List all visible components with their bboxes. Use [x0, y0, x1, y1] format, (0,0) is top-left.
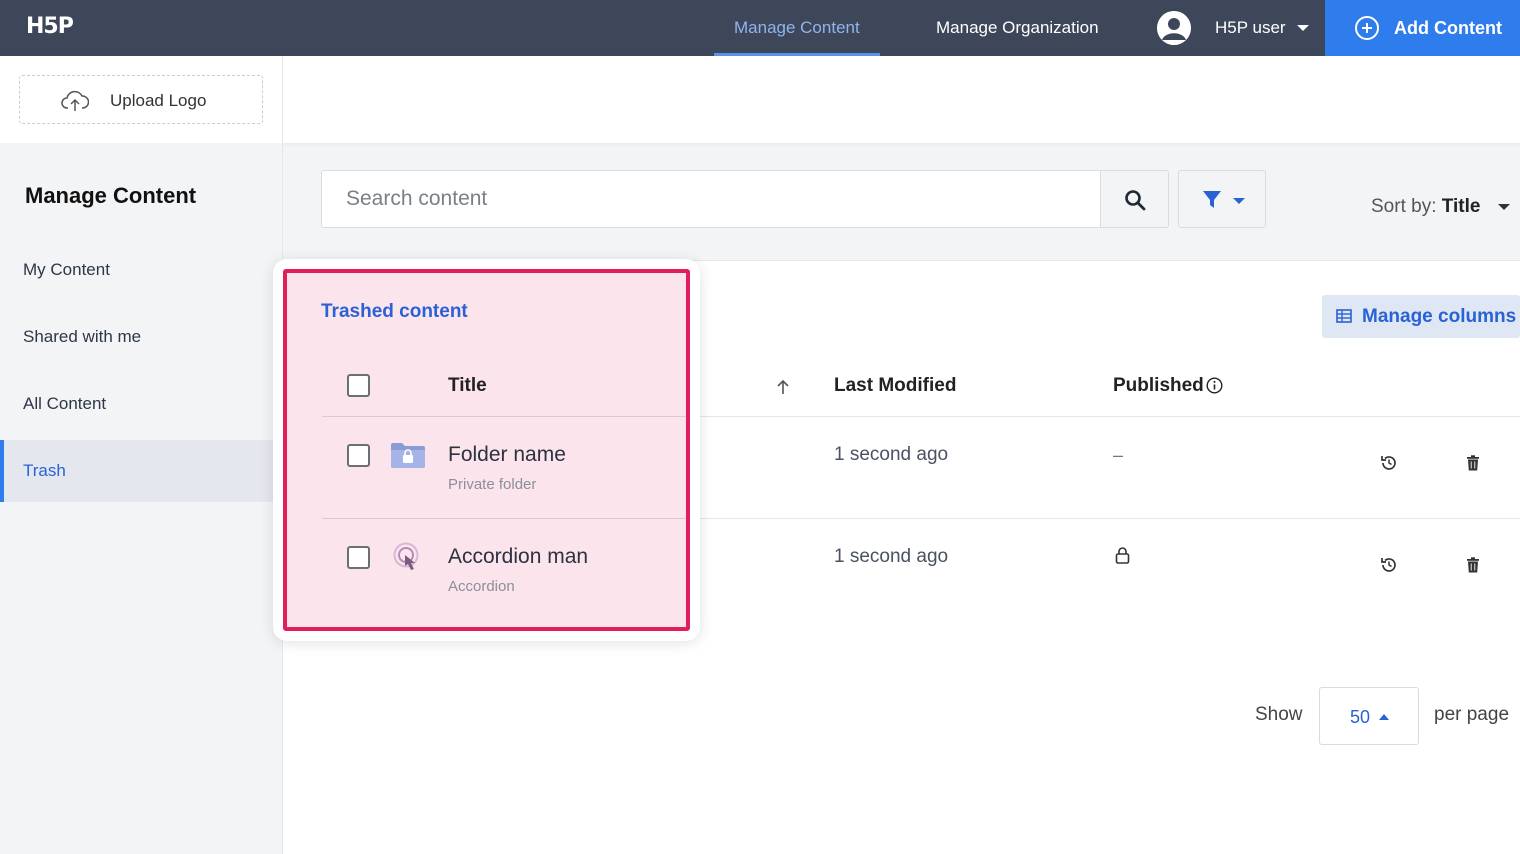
upload-logo-label: Upload Logo	[110, 91, 207, 110]
logo-upload-bar: Upload Logo	[0, 56, 1520, 143]
sidebar-item-shared-with-me[interactable]: Shared with me	[0, 306, 282, 368]
row-2-subtitle: Accordion	[448, 578, 515, 595]
sort-control[interactable]: Sort by: Title	[1371, 196, 1480, 218]
table-icon	[1336, 309, 1352, 323]
add-content-label: Add Content	[1394, 18, 1502, 38]
select-all-checkbox[interactable]	[347, 374, 370, 397]
filter-icon	[1203, 191, 1221, 208]
user-avatar-icon[interactable]	[1157, 11, 1191, 45]
row-2-title[interactable]: Accordion man	[448, 545, 588, 569]
chevron-down-icon[interactable]	[1297, 25, 1309, 31]
chevron-down-icon	[1233, 198, 1245, 204]
accordion-icon	[393, 542, 419, 570]
sort-label: Sort by:	[1371, 196, 1437, 217]
row-1-subtitle: Private folder	[448, 476, 537, 493]
row-divider	[322, 416, 686, 417]
row-2-last-modified: 1 second ago	[834, 546, 949, 567]
trash-icon[interactable]	[1466, 455, 1480, 471]
upload-logo-button[interactable]: Upload Logo	[19, 75, 263, 124]
sidebar-title: Manage Content	[25, 183, 197, 208]
add-content-button[interactable]: Add Content	[1325, 0, 1520, 56]
row-1-checkbox[interactable]	[347, 444, 370, 467]
per-page-value: 50	[1350, 707, 1371, 727]
locked-folder-icon	[391, 443, 425, 468]
column-header-last-modified[interactable]: Last Modified	[834, 375, 956, 397]
sort-ascending-icon[interactable]	[776, 378, 790, 396]
show-label: Show	[1255, 704, 1303, 725]
h5p-logo[interactable]: H5P	[26, 14, 74, 39]
search-button[interactable]	[1100, 170, 1169, 228]
search-input[interactable]	[322, 171, 1100, 227]
chevron-up-icon	[1379, 714, 1389, 720]
row-1-last-modified: 1 second ago	[834, 444, 949, 465]
trash-icon[interactable]	[1466, 557, 1480, 573]
lock-icon	[1115, 547, 1130, 564]
plus-circle-icon	[1355, 16, 1379, 40]
sidebar: Manage Content My Content Shared with me…	[0, 143, 283, 854]
restore-icon[interactable]	[1380, 556, 1398, 574]
divider	[282, 56, 283, 143]
row-1-title[interactable]: Folder name	[448, 443, 566, 467]
cloud-upload-icon	[61, 90, 89, 111]
manage-columns-label: Manage columns	[1362, 306, 1517, 327]
sidebar-item-trash[interactable]: Trash	[0, 440, 282, 502]
top-navbar: H5P Manage Content Manage Organization H…	[0, 0, 1520, 56]
search-field[interactable]	[321, 170, 1101, 228]
manage-columns-button[interactable]: Manage columns	[1322, 295, 1520, 338]
tab-manage-organization[interactable]: Manage Organization	[936, 0, 1099, 56]
filter-button[interactable]	[1178, 170, 1266, 228]
sidebar-item-my-content[interactable]: My Content	[0, 239, 282, 301]
row-2-checkbox[interactable]	[347, 546, 370, 569]
sort-value: Title	[1441, 196, 1481, 217]
column-header-published[interactable]: Published	[1113, 375, 1204, 397]
search-icon	[1125, 190, 1146, 211]
restore-icon[interactable]	[1380, 454, 1398, 472]
row-divider	[322, 518, 686, 519]
info-icon[interactable]	[1206, 377, 1223, 394]
sidebar-item-all-content[interactable]: All Content	[0, 373, 282, 435]
column-header-title[interactable]: Title	[448, 375, 487, 397]
tab-manage-content[interactable]: Manage Content	[714, 0, 880, 56]
user-menu-name[interactable]: H5P user	[1215, 0, 1286, 56]
per-page-select[interactable]: 50	[1319, 687, 1419, 745]
chevron-down-icon[interactable]	[1498, 204, 1510, 210]
row-1-published: –	[1113, 445, 1124, 465]
trashed-content-heading: Trashed content	[321, 301, 468, 322]
per-page-label: per page	[1434, 704, 1510, 725]
